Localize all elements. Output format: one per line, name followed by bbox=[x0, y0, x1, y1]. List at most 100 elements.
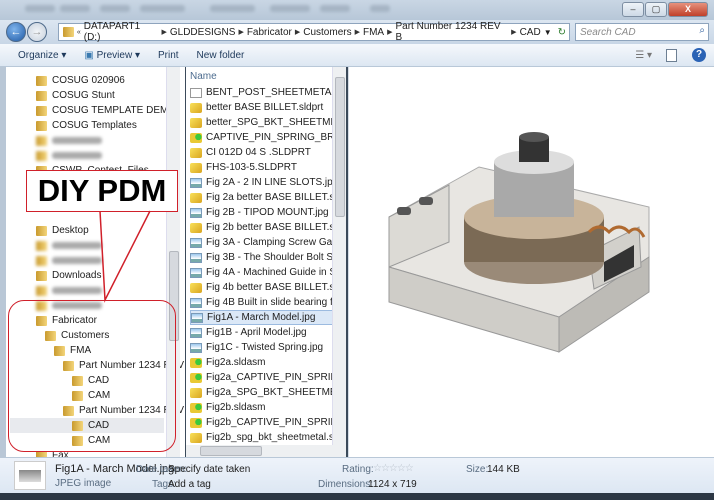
close-button[interactable]: X bbox=[668, 2, 708, 17]
file-item[interactable]: Fig2b_CAPTIVE_PIN_SPRING_BRACKET bbox=[190, 415, 342, 430]
file-item[interactable]: Fig2a_SPG_BKT_SHEETMETAL.SLDPRT bbox=[190, 385, 342, 400]
ribbon-tab-blurred bbox=[100, 5, 130, 12]
chevron-right-icon[interactable]: ▶ bbox=[511, 28, 516, 36]
image-file-icon bbox=[190, 297, 202, 308]
file-item[interactable]: CI 012D 04 S .SLDPRT bbox=[190, 145, 342, 160]
help-icon[interactable]: ? bbox=[692, 48, 706, 62]
nav-item-label bbox=[52, 242, 102, 249]
nav-item[interactable] bbox=[36, 283, 102, 298]
file-item[interactable]: CAPTIVE_PIN_SPRING_BRACKET.sldasm bbox=[190, 130, 342, 145]
window-frame-bottom bbox=[0, 493, 714, 500]
organize-button[interactable]: Organize ▾ bbox=[0, 50, 75, 61]
new-folder-button[interactable]: New folder bbox=[188, 50, 254, 61]
file-name: Fig2a_SPG_BKT_SHEETMETAL.SLDPRT bbox=[206, 387, 342, 398]
forward-button[interactable]: → bbox=[27, 22, 47, 42]
file-item[interactable]: Fig 2B - TIPOD MOUNT.jpg bbox=[190, 205, 342, 220]
maximize-button[interactable]: ▢ bbox=[645, 2, 667, 17]
rating-stars[interactable]: ☆☆☆☆☆ bbox=[373, 463, 414, 474]
nav-item-label: COSUG 020906 bbox=[52, 75, 125, 86]
file-item[interactable]: Fig 4A - Machined Guide in Slot.jpg bbox=[190, 265, 342, 280]
ribbon-tab-blurred bbox=[25, 5, 55, 12]
part-file-icon bbox=[190, 117, 202, 128]
nav-item[interactable]: COSUG 020906 bbox=[36, 73, 125, 88]
file-item[interactable]: better BASE BILLET.sldprt bbox=[190, 100, 342, 115]
file-item[interactable]: Fig 2A - 2 IN LINE SLOTS.jpg bbox=[190, 175, 342, 190]
file-item[interactable]: Fig 2a better BASE BILLET.sldprt bbox=[190, 190, 342, 205]
refresh-icon[interactable]: ↻ bbox=[558, 27, 569, 38]
chevron-right-icon[interactable]: ▶ bbox=[355, 28, 360, 36]
file-name: Fig 3B - The Shoulder Bolt Slide.jpg bbox=[206, 252, 342, 263]
file-name: CAPTIVE_PIN_SPRING_BRACKET.sldasm bbox=[206, 132, 342, 143]
file-name: Fig1B - April Model.jpg bbox=[206, 327, 307, 338]
breadcrumb-fabricator[interactable]: Fabricator bbox=[247, 27, 292, 38]
chevron-right-icon[interactable]: ▶ bbox=[295, 28, 300, 36]
overflow-chevron-icon[interactable]: « bbox=[77, 29, 81, 36]
dropdown-icon[interactable]: ▼ bbox=[544, 28, 555, 37]
size-value: 144 KB bbox=[487, 464, 520, 475]
breadcrumb-datapart[interactable]: DATAPART1 (D:) bbox=[84, 21, 159, 43]
file-item[interactable]: Fig 3B - The Shoulder Bolt Slide.jpg bbox=[190, 250, 342, 265]
nav-item[interactable] bbox=[36, 148, 102, 163]
search-input[interactable]: Search CAD ⌕ bbox=[575, 23, 709, 41]
address-bar[interactable]: « DATAPART1 (D:) ▶ GLDDESIGNS ▶ Fabricator… bbox=[58, 21, 570, 43]
file-name: BENT_POST_SHEETMETAL-Simulation bbox=[206, 87, 342, 98]
file-item[interactable]: better_SPG_BKT_SHEETMETAL.SLDPRT bbox=[190, 115, 342, 130]
preview-button[interactable]: ▣ Preview ▾ bbox=[75, 50, 149, 61]
file-item[interactable]: BENT_POST_SHEETMETAL-Simulation bbox=[190, 85, 342, 100]
chevron-right-icon[interactable]: ▶ bbox=[387, 28, 392, 36]
file-item[interactable]: Fig2a.sldasm bbox=[190, 355, 342, 370]
image-file-icon bbox=[190, 252, 202, 263]
column-header-name[interactable]: Name bbox=[190, 71, 217, 82]
file-item[interactable]: Fig 2b better BASE BILLET.sldprt bbox=[190, 220, 342, 235]
nav-item[interactable]: Desktop bbox=[36, 223, 89, 238]
nav-item[interactable] bbox=[36, 253, 102, 268]
breadcrumb-cad[interactable]: CAD bbox=[520, 27, 541, 38]
chevron-right-icon[interactable]: ▶ bbox=[161, 28, 166, 36]
nav-item-label bbox=[52, 152, 102, 159]
view-options-icon[interactable]: ☰ ▾ bbox=[635, 50, 666, 61]
address-row: ← → « DATAPART1 (D:) ▶ GLDDESIGNS ▶ Fabric… bbox=[0, 20, 714, 44]
chevron-right-icon[interactable]: ▶ bbox=[238, 28, 243, 36]
minimize-button[interactable]: – bbox=[622, 2, 644, 17]
back-button[interactable]: ← bbox=[6, 22, 26, 42]
search-icon[interactable]: ⌕ bbox=[699, 25, 705, 36]
file-list-scrollbar-thumb[interactable] bbox=[335, 77, 345, 217]
file-item[interactable]: Fig1A - March Model.jpg bbox=[190, 310, 342, 325]
file-list-scrollbar[interactable] bbox=[332, 67, 346, 445]
file-name: Fig 2B - TIPOD MOUNT.jpg bbox=[206, 207, 329, 218]
assembly-file-icon bbox=[190, 417, 202, 428]
details-filetype: JPEG image bbox=[55, 478, 112, 489]
date-taken-value[interactable]: Specify date taken bbox=[168, 464, 250, 475]
nav-item[interactable] bbox=[36, 238, 102, 253]
file-name: better BASE BILLET.sldprt bbox=[206, 102, 324, 113]
tags-value[interactable]: Add a tag bbox=[168, 479, 211, 490]
print-button[interactable]: Print bbox=[149, 50, 188, 61]
breadcrumb-part-number[interactable]: Part Number 1234 REV B bbox=[395, 21, 508, 43]
nav-item-label bbox=[52, 137, 102, 144]
nav-item[interactable]: COSUG TEMPLATE DEMO bbox=[36, 103, 176, 118]
breadcrumb-fma[interactable]: FMA bbox=[363, 27, 384, 38]
breadcrumb-customers[interactable]: Customers bbox=[303, 27, 351, 38]
preview-pane-icon[interactable] bbox=[666, 48, 677, 62]
folder-icon bbox=[36, 240, 47, 251]
breadcrumb-glddesigns[interactable]: GLDDESIGNS bbox=[170, 27, 236, 38]
file-item[interactable]: Fig2a_CAPTIVE_PIN_SPRING_BRACKET bbox=[190, 370, 342, 385]
nav-item-label: COSUG Templates bbox=[52, 120, 137, 131]
file-item[interactable]: Fig1B - April Model.jpg bbox=[190, 325, 342, 340]
file-item[interactable]: Fig1C - Twisted Spring.jpg bbox=[190, 340, 342, 355]
nav-item[interactable]: Downloads bbox=[36, 268, 101, 283]
file-list-hscrollbar[interactable] bbox=[186, 445, 346, 457]
nav-item[interactable]: COSUG Stunt bbox=[36, 88, 115, 103]
nav-item[interactable] bbox=[36, 133, 102, 148]
file-item[interactable]: Fig 3A - Clamping Screw Gap.jpg bbox=[190, 235, 342, 250]
file-item[interactable]: Fig 4b better BASE BILLET.sldprt bbox=[190, 280, 342, 295]
hscroll-thumb[interactable] bbox=[200, 446, 262, 456]
assembly-file-icon bbox=[190, 372, 202, 383]
nav-item[interactable]: COSUG Templates bbox=[36, 118, 137, 133]
file-item[interactable]: Fig2b_spg_bkt_sheetmetal.sldprt bbox=[190, 430, 342, 445]
file-item[interactable]: Fig 4B Built in slide bearing face.jpg bbox=[190, 295, 342, 310]
file-item[interactable]: Fig2b.sldasm bbox=[190, 400, 342, 415]
file-item[interactable]: FHS-103-5.SLDPRT bbox=[190, 160, 342, 175]
image-file-icon bbox=[191, 312, 203, 323]
folder-icon bbox=[36, 150, 47, 161]
